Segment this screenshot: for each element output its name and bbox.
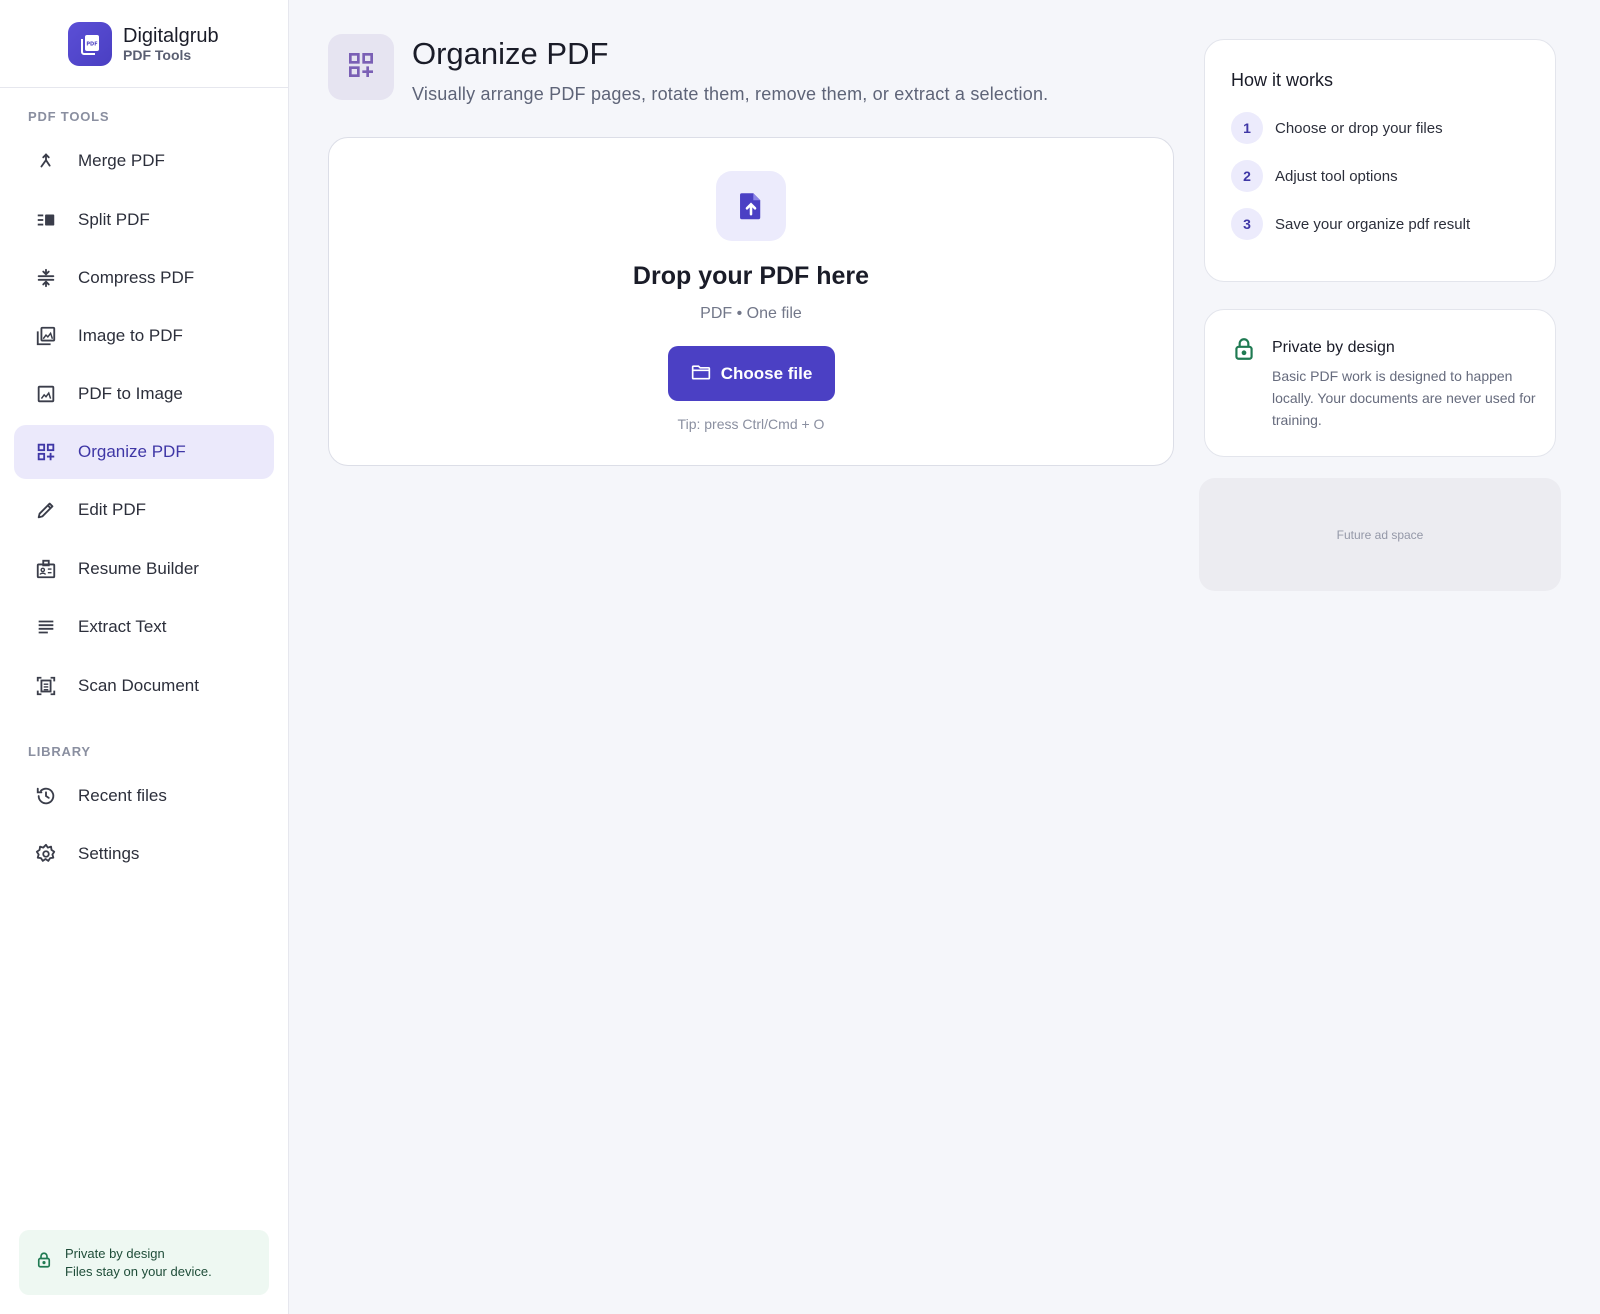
how-it-works-title: How it works (1231, 70, 1334, 90)
compress-icon (34, 266, 58, 290)
sidebar-item-label: Edit PDF (78, 500, 147, 519)
step-number: 2 (1231, 160, 1263, 192)
page-title: Organize PDF (412, 36, 609, 71)
privacy-card-title: Private by design (1272, 339, 1395, 356)
sidebar-item-compress-pdf[interactable]: Compress PDF (14, 251, 274, 305)
badge-icon (34, 557, 58, 581)
privacy-footer: Private by design Files stay on your dev… (19, 1230, 269, 1295)
sidebar-item-label: Merge PDF (78, 151, 165, 170)
sidebar-item-label: Split PDF (78, 210, 150, 229)
step-item: 1 Choose or drop your files (1231, 112, 1443, 144)
sidebar-item-label: Scan Document (78, 676, 199, 695)
section-title-library: LIBRARY (28, 744, 91, 759)
sidebar-item-resume-builder[interactable]: Resume Builder (14, 542, 274, 596)
sidebar-item-split-pdf[interactable]: Split PDF (14, 193, 274, 247)
file-dropzone[interactable]: Drop your PDF here PDF • One file Choose… (328, 137, 1174, 466)
lock-icon (35, 1251, 53, 1274)
dropzone-formats: PDF • One file (700, 305, 802, 322)
gear-icon (34, 842, 58, 866)
svg-text:PDF: PDF (86, 41, 97, 47)
sidebar-item-image-to-pdf[interactable]: Image to PDF (14, 309, 274, 363)
sidebar-item-organize-pdf[interactable]: Organize PDF (14, 425, 274, 479)
sidebar-item-label: Settings (78, 844, 140, 863)
upload-file-icon (716, 171, 786, 241)
dropzone-tip: Tip: press Ctrl/Cmd + O (677, 416, 825, 432)
sidebar-item-label: Extract Text (78, 617, 167, 636)
image-icon (34, 382, 58, 406)
sidebar-item-label: Organize PDF (78, 442, 186, 461)
brand-subtitle: PDF Tools (123, 46, 192, 63)
images-icon (34, 324, 58, 348)
step-number: 1 (1231, 112, 1263, 144)
step-item: 2 Adjust tool options (1231, 160, 1398, 192)
grid-plus-icon (34, 440, 58, 464)
history-icon (34, 784, 58, 808)
split-icon (34, 208, 58, 232)
dropzone-title: Drop your PDF here (632, 262, 870, 290)
ad-space: Future ad space (1199, 478, 1561, 591)
sidebar-item-label: Recent files (78, 786, 167, 805)
section-title-pdf-tools: PDF TOOLS (28, 109, 110, 124)
sidebar-item-pdf-to-image[interactable]: PDF to Image (14, 367, 274, 421)
pdf-logo-icon: PDF (68, 21, 112, 66)
privacy-footer-title: Private by design (65, 1245, 165, 1261)
sidebar-item-scan-document[interactable]: Scan Document (14, 659, 274, 713)
choose-file-label: Choose file (720, 363, 813, 383)
privacy-card: Private by design Basic PDF work is desi… (1204, 309, 1556, 457)
folder-icon (691, 363, 711, 384)
sidebar-item-label: Resume Builder (78, 559, 199, 578)
merge-icon (34, 149, 58, 173)
text-lines-icon (34, 615, 58, 639)
page-icon (328, 34, 394, 100)
privacy-footer-text: Files stay on your device. (65, 1263, 212, 1279)
sidebar: PDF Digitalgrub PDF Tools PDF TOOLS Merg… (0, 0, 289, 1314)
page-subtitle: Visually arrange PDF pages, rotate them,… (412, 84, 1049, 104)
step-text: Save your organize pdf result (1275, 215, 1471, 233)
how-it-works-card: How it works 1 Choose or drop your files… (1204, 39, 1556, 282)
brand-name: Digitalgrub (123, 24, 219, 47)
sidebar-item-label: Compress PDF (78, 268, 195, 287)
lock-icon (1231, 336, 1257, 367)
step-text: Choose or drop your files (1275, 119, 1443, 137)
scan-icon (34, 674, 58, 698)
sidebar-item-recent-files[interactable]: Recent files (14, 769, 274, 823)
choose-file-button[interactable]: Choose file (668, 346, 835, 401)
pencil-icon (34, 498, 58, 522)
step-number: 3 (1231, 208, 1263, 240)
sidebar-item-label: PDF to Image (78, 384, 183, 403)
sidebar-item-extract-text[interactable]: Extract Text (14, 600, 274, 654)
sidebar-item-edit-pdf[interactable]: Edit PDF (14, 483, 274, 537)
sidebar-item-label: Image to PDF (78, 326, 183, 345)
brand[interactable]: PDF Digitalgrub PDF Tools (0, 0, 288, 88)
step-item: 3 Save your organize pdf result (1231, 208, 1470, 240)
step-text: Adjust tool options (1275, 167, 1398, 185)
grid-plus-icon (345, 49, 377, 86)
sidebar-item-merge-pdf[interactable]: Merge PDF (14, 134, 274, 188)
sidebar-item-settings[interactable]: Settings (14, 827, 274, 881)
privacy-card-text: Basic PDF work is designed to happen loc… (1272, 368, 1536, 428)
